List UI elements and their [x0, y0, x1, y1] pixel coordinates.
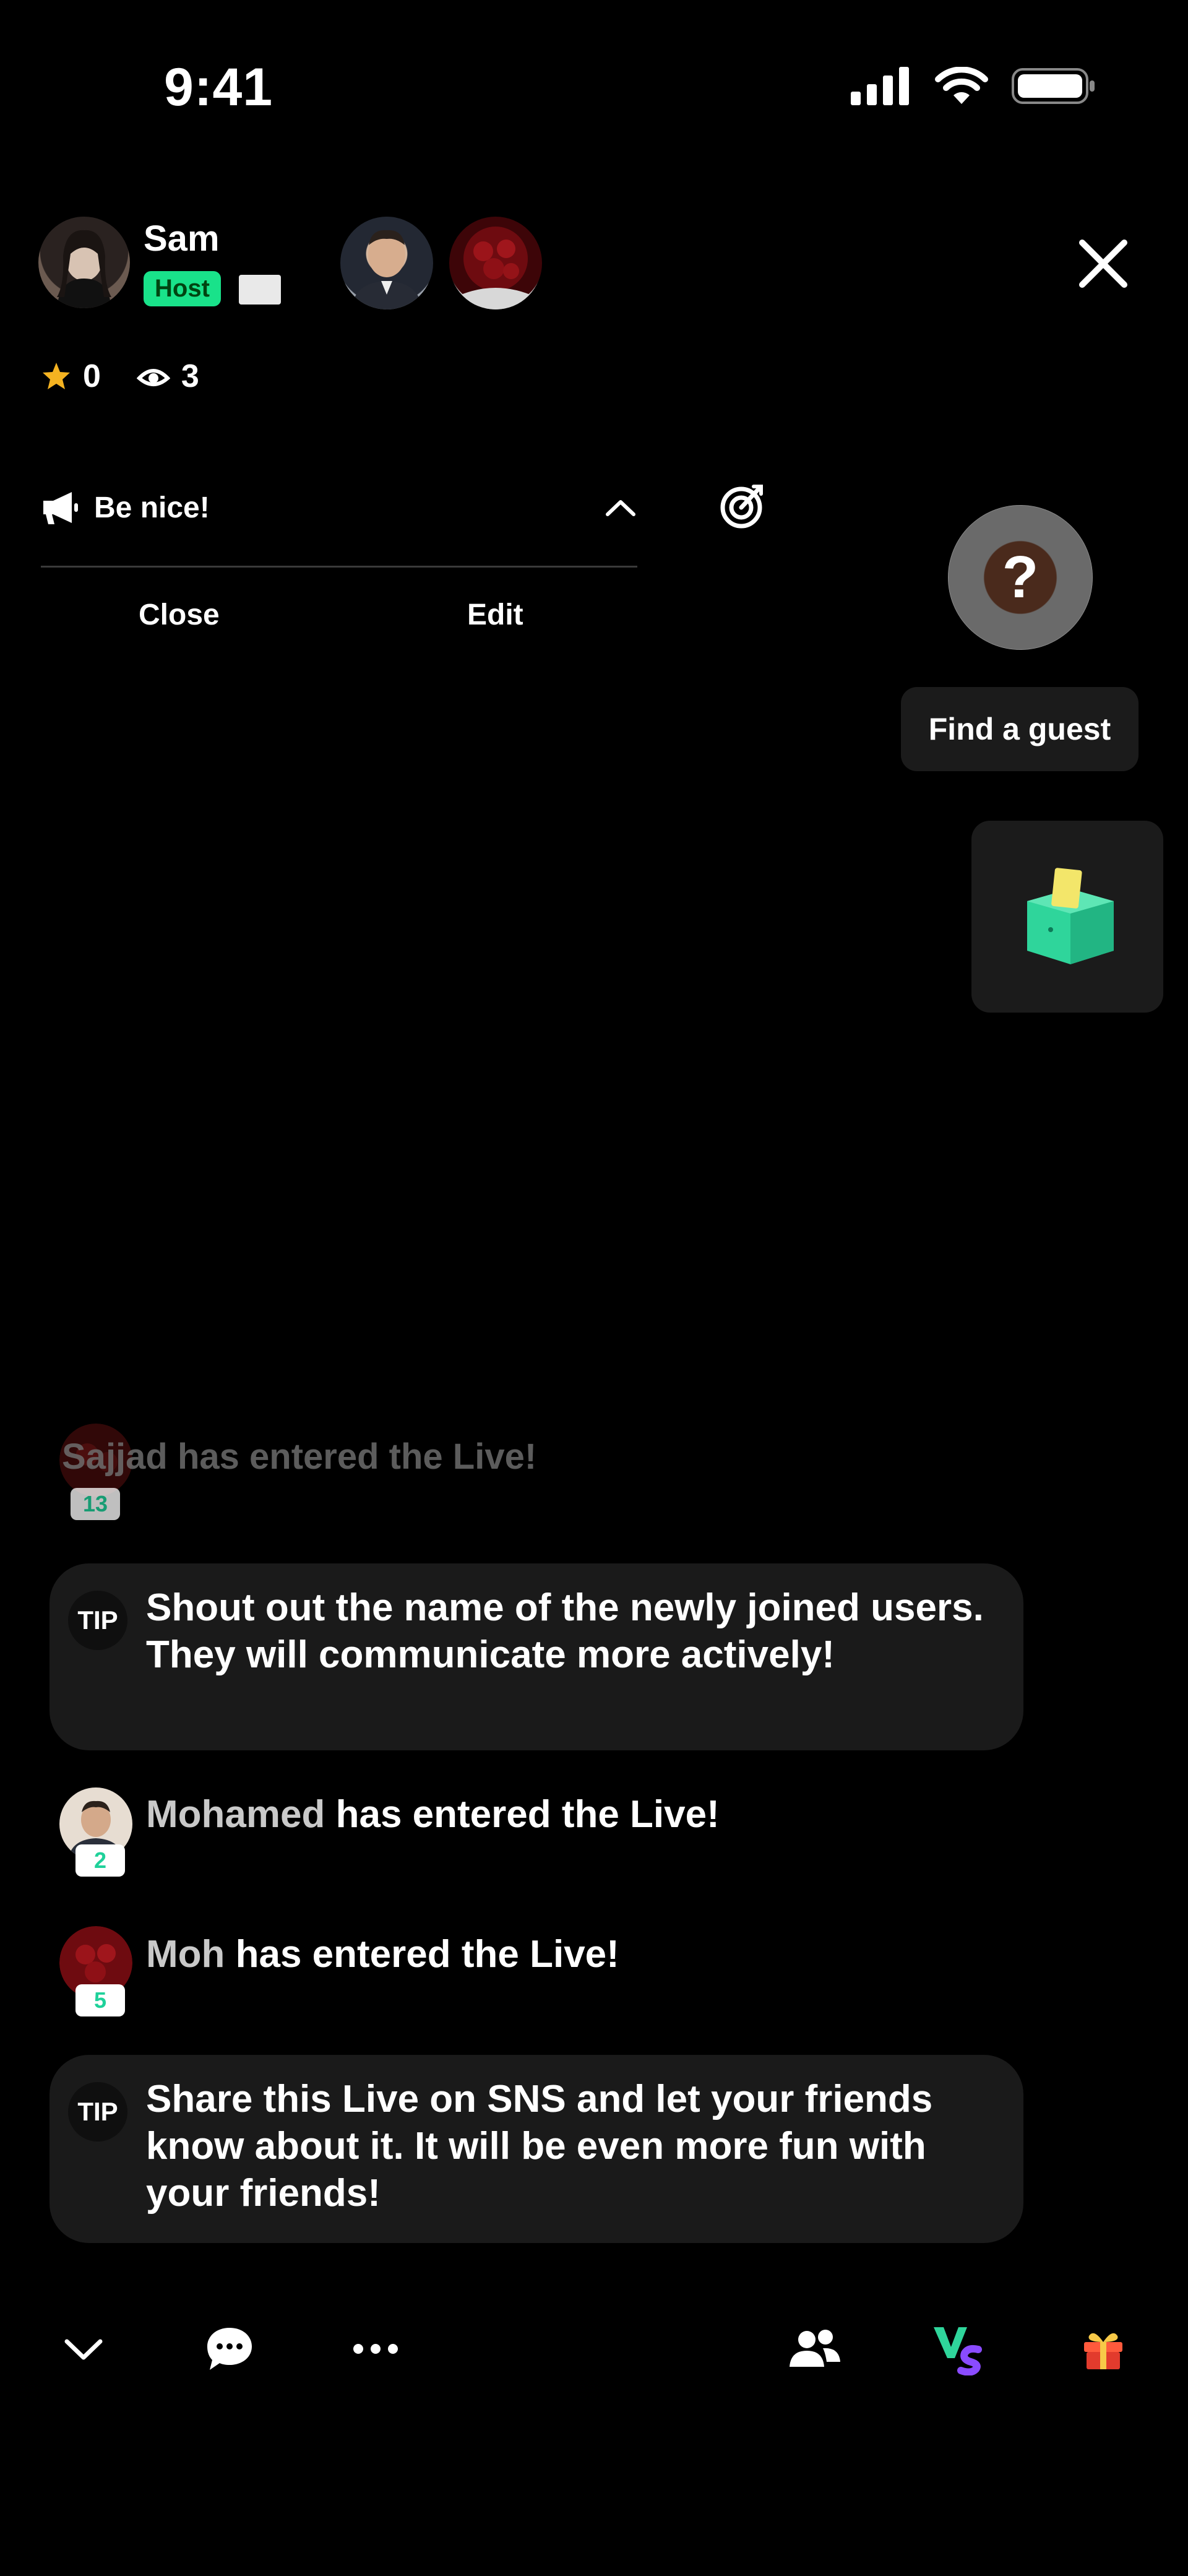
bottom-toolbar	[0, 2315, 1188, 2389]
status-icons	[851, 67, 1096, 105]
notice-text: Be nice!	[94, 491, 210, 524]
chat-message-moh: Moh has entered the Live!	[146, 1932, 619, 1976]
host-name: Sam	[144, 218, 220, 259]
versus-button[interactable]	[926, 2315, 994, 2383]
guest-avatar-2[interactable]	[449, 217, 542, 309]
chat-message-faded: Sajjad has entered the Live!	[62, 1437, 537, 1477]
question-mark: ?	[1002, 544, 1039, 610]
notice-edit-button[interactable]: Edit	[467, 598, 523, 632]
chevron-up-icon[interactable]	[604, 497, 637, 518]
find-guest-button[interactable]: Find a guest	[901, 687, 1138, 771]
guest-avatar-2-image	[449, 227, 542, 309]
flag-icon	[239, 275, 281, 305]
host-avatar[interactable]	[38, 217, 130, 308]
viewers-stat[interactable]: 3	[136, 358, 199, 395]
people-icon	[790, 2330, 840, 2367]
guests-button[interactable]	[781, 2315, 849, 2383]
level-badge: 5	[75, 1984, 125, 2016]
tip-label: TIP	[68, 1591, 127, 1650]
notice-close-button[interactable]: Close	[139, 598, 220, 632]
stars-count: 0	[83, 358, 101, 394]
host-avatar-image	[57, 230, 111, 308]
close-live-icon[interactable]	[1074, 234, 1133, 293]
more-button[interactable]	[342, 2315, 410, 2383]
chat-text: has entered the Live!	[325, 1793, 720, 1836]
ballot-box-icon	[1027, 868, 1114, 964]
chat-bubble-icon	[207, 2328, 252, 2370]
chat-button[interactable]	[196, 2315, 264, 2383]
tip-card-1: TIP Shout out the name of the newly join…	[50, 1563, 1023, 1750]
megaphone-icon	[43, 492, 78, 524]
find-guest-avatar[interactable]: ?	[948, 505, 1093, 650]
wifi-icon	[935, 67, 988, 104]
chat-text: has entered the Live!	[225, 1933, 619, 1976]
gift-button[interactable]	[1069, 2315, 1137, 2383]
stars-stat: 0	[41, 358, 101, 395]
tip-label: TIP	[68, 2082, 127, 2142]
collapse-button[interactable]	[50, 2315, 118, 2383]
live-stats: 0 3	[41, 358, 235, 395]
notice-bar[interactable]: Be nice!	[41, 477, 637, 538]
more-dots-icon	[353, 2344, 398, 2354]
level-badge: 2	[75, 1844, 125, 1877]
goal-target-icon[interactable]	[718, 483, 765, 530]
viewers-count: 3	[181, 358, 199, 394]
host-role-badge: Host	[144, 271, 221, 306]
level-badge: 13	[71, 1488, 120, 1520]
gift-icon	[1084, 2333, 1122, 2369]
guest-avatar-1-image	[351, 230, 422, 309]
battery-icon	[1012, 68, 1095, 104]
star-icon	[43, 363, 70, 389]
chat-username[interactable]: Mohamed	[146, 1793, 325, 1836]
tip-text: Share this Live on SNS and let your frie…	[146, 2078, 933, 2215]
tip-card-2: TIP Share this Live on SNS and let your …	[50, 2055, 1023, 2243]
status-time: 9:41	[164, 58, 273, 117]
chevron-down-icon	[64, 2339, 103, 2360]
notice-divider	[41, 566, 637, 568]
tip-text: Shout out the name of the newly joined u…	[146, 1586, 984, 1676]
eye-icon	[136, 369, 170, 386]
mystery-box-button[interactable]	[971, 821, 1163, 1013]
vs-icon	[934, 2327, 982, 2375]
chat-message-mohamed: Mohamed has entered the Live!	[146, 1792, 720, 1836]
chat-username[interactable]: Moh	[146, 1933, 225, 1976]
signal-icon	[851, 67, 909, 105]
guest-avatar-1[interactable]	[340, 217, 433, 309]
